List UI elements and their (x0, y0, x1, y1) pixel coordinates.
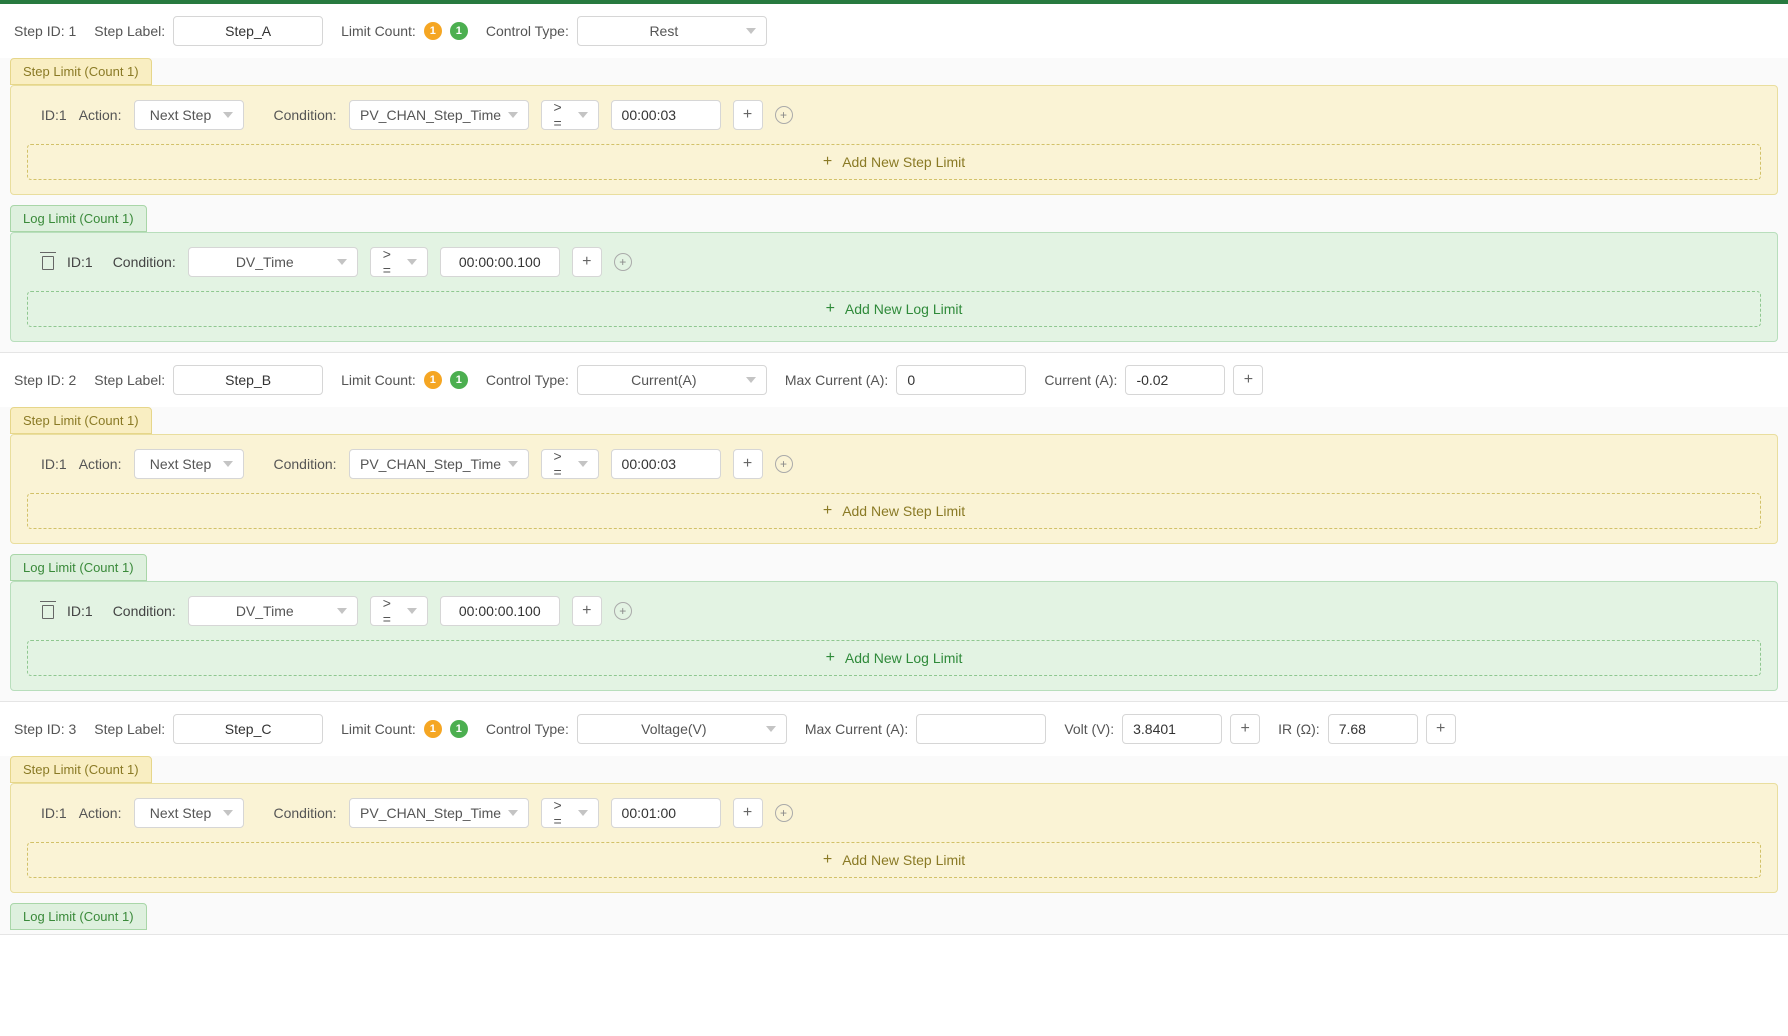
limit-id: ID:1 (41, 107, 67, 123)
add-log-limit-button[interactable]: +Add New Log Limit (27, 291, 1761, 327)
control-type-select[interactable]: Current(A) (577, 365, 767, 395)
control-type-select[interactable]: Voltage(V) (577, 714, 787, 744)
add-step-limit-button[interactable]: +Add New Step Limit (27, 842, 1761, 878)
condition-operator-select[interactable]: > = (370, 247, 428, 277)
step-label-label: Step Label: (94, 372, 165, 388)
plus-circle-icon[interactable]: + (775, 804, 793, 822)
condition-value-input[interactable] (611, 449, 721, 479)
trash-icon[interactable] (41, 603, 55, 619)
step-header: Step ID: 2 Step Label: Limit Count: 1 1 … (0, 353, 1788, 407)
condition-label: Condition: (113, 603, 176, 619)
action-label: Action: (79, 805, 122, 821)
current-input[interactable] (1125, 365, 1225, 395)
condition-label: Condition: (274, 805, 337, 821)
step-label-label: Step Label: (94, 721, 165, 737)
log-limit-tab[interactable]: Log Limit (Count 1) (10, 903, 147, 930)
limit-id: ID:1 (67, 603, 93, 619)
add-condition-button[interactable]: + (572, 596, 602, 626)
step-header: Step ID: 3 Step Label: Limit Count: 1 1 … (0, 702, 1788, 756)
trash-icon[interactable] (41, 254, 55, 270)
step-limit-tab[interactable]: Step Limit (Count 1) (10, 756, 152, 783)
limit-count-orange-badge: 1 (424, 22, 442, 40)
step-label-input[interactable] (173, 16, 323, 46)
plus-circle-icon[interactable]: + (775, 455, 793, 473)
step-limit-panel: ID:1 Action: Next Step Condition: PV_CHA… (10, 85, 1778, 195)
limit-count-orange-badge: 1 (424, 371, 442, 389)
limit-count-green-badge: 1 (450, 720, 468, 738)
condition-operator-select[interactable]: > = (541, 798, 599, 828)
log-limit-tab[interactable]: Log Limit (Count 1) (10, 554, 147, 581)
max-current-input[interactable] (916, 714, 1046, 744)
limit-count-green-badge: 1 (450, 22, 468, 40)
add-log-limit-button[interactable]: +Add New Log Limit (27, 640, 1761, 676)
current-plus-button[interactable]: + (1233, 365, 1263, 395)
step-limit-tab[interactable]: Step Limit (Count 1) (10, 58, 152, 85)
step-label-input[interactable] (173, 365, 323, 395)
log-limit-panel: ID:1 Condition: DV_Time > = + + +Add New… (10, 581, 1778, 691)
limit-count-green-badge: 1 (450, 371, 468, 389)
limit-id: ID:1 (41, 456, 67, 472)
condition-variable-select[interactable]: DV_Time (188, 596, 358, 626)
control-type-label: Control Type: (486, 721, 569, 737)
step-header: Step ID: 1 Step Label: Limit Count: 1 1 … (0, 4, 1788, 58)
condition-variable-select[interactable]: DV_Time (188, 247, 358, 277)
max-current-label: Max Current (A): (785, 372, 888, 388)
control-type-select[interactable]: Rest (577, 16, 767, 46)
action-select[interactable]: Next Step (134, 798, 244, 828)
condition-value-input[interactable] (440, 247, 560, 277)
action-select[interactable]: Next Step (134, 100, 244, 130)
add-condition-button[interactable]: + (733, 100, 763, 130)
condition-operator-select[interactable]: > = (541, 100, 599, 130)
condition-label: Condition: (113, 254, 176, 270)
action-label: Action: (79, 456, 122, 472)
step-label-input[interactable] (173, 714, 323, 744)
condition-value-input[interactable] (611, 798, 721, 828)
condition-value-input[interactable] (611, 100, 721, 130)
condition-operator-select[interactable]: > = (370, 596, 428, 626)
ir-plus-button[interactable]: + (1426, 714, 1456, 744)
volt-label: Volt (V): (1064, 721, 1114, 737)
current-label: Current (A): (1044, 372, 1117, 388)
volt-input[interactable] (1122, 714, 1222, 744)
control-type-label: Control Type: (486, 372, 569, 388)
step-id-label: Step ID: 2 (14, 372, 76, 388)
max-current-label: Max Current (A): (805, 721, 908, 737)
plus-circle-icon[interactable]: + (614, 253, 632, 271)
ir-label: IR (Ω): (1278, 721, 1320, 737)
limit-count-label: Limit Count: (341, 721, 416, 737)
limit-count-orange-badge: 1 (424, 720, 442, 738)
condition-variable-select[interactable]: PV_CHAN_Step_Time (349, 798, 529, 828)
action-label: Action: (79, 107, 122, 123)
step-limit-panel: ID:1 Action: Next Step Condition: PV_CHA… (10, 434, 1778, 544)
add-step-limit-button[interactable]: +Add New Step Limit (27, 144, 1761, 180)
limit-count-label: Limit Count: (341, 23, 416, 39)
limit-count-label: Limit Count: (341, 372, 416, 388)
condition-value-input[interactable] (440, 596, 560, 626)
plus-circle-icon[interactable]: + (614, 602, 632, 620)
add-condition-button[interactable]: + (733, 798, 763, 828)
plus-circle-icon[interactable]: + (775, 106, 793, 124)
ir-input[interactable] (1328, 714, 1418, 744)
condition-variable-select[interactable]: PV_CHAN_Step_Time (349, 100, 529, 130)
control-type-label: Control Type: (486, 23, 569, 39)
step-limit-tab[interactable]: Step Limit (Count 1) (10, 407, 152, 434)
condition-label: Condition: (274, 107, 337, 123)
add-step-limit-button[interactable]: +Add New Step Limit (27, 493, 1761, 529)
limit-id: ID:1 (41, 805, 67, 821)
step-limit-panel: ID:1 Action: Next Step Condition: PV_CHA… (10, 783, 1778, 893)
log-limit-panel: ID:1 Condition: DV_Time > = + + +Add New… (10, 232, 1778, 342)
action-select[interactable]: Next Step (134, 449, 244, 479)
condition-operator-select[interactable]: > = (541, 449, 599, 479)
step-label-label: Step Label: (94, 23, 165, 39)
limit-id: ID:1 (67, 254, 93, 270)
step-id-label: Step ID: 3 (14, 721, 76, 737)
add-condition-button[interactable]: + (733, 449, 763, 479)
volt-plus-button[interactable]: + (1230, 714, 1260, 744)
condition-label: Condition: (274, 456, 337, 472)
condition-variable-select[interactable]: PV_CHAN_Step_Time (349, 449, 529, 479)
max-current-input[interactable] (896, 365, 1026, 395)
add-condition-button[interactable]: + (572, 247, 602, 277)
log-limit-tab[interactable]: Log Limit (Count 1) (10, 205, 147, 232)
step-id-label: Step ID: 1 (14, 23, 76, 39)
